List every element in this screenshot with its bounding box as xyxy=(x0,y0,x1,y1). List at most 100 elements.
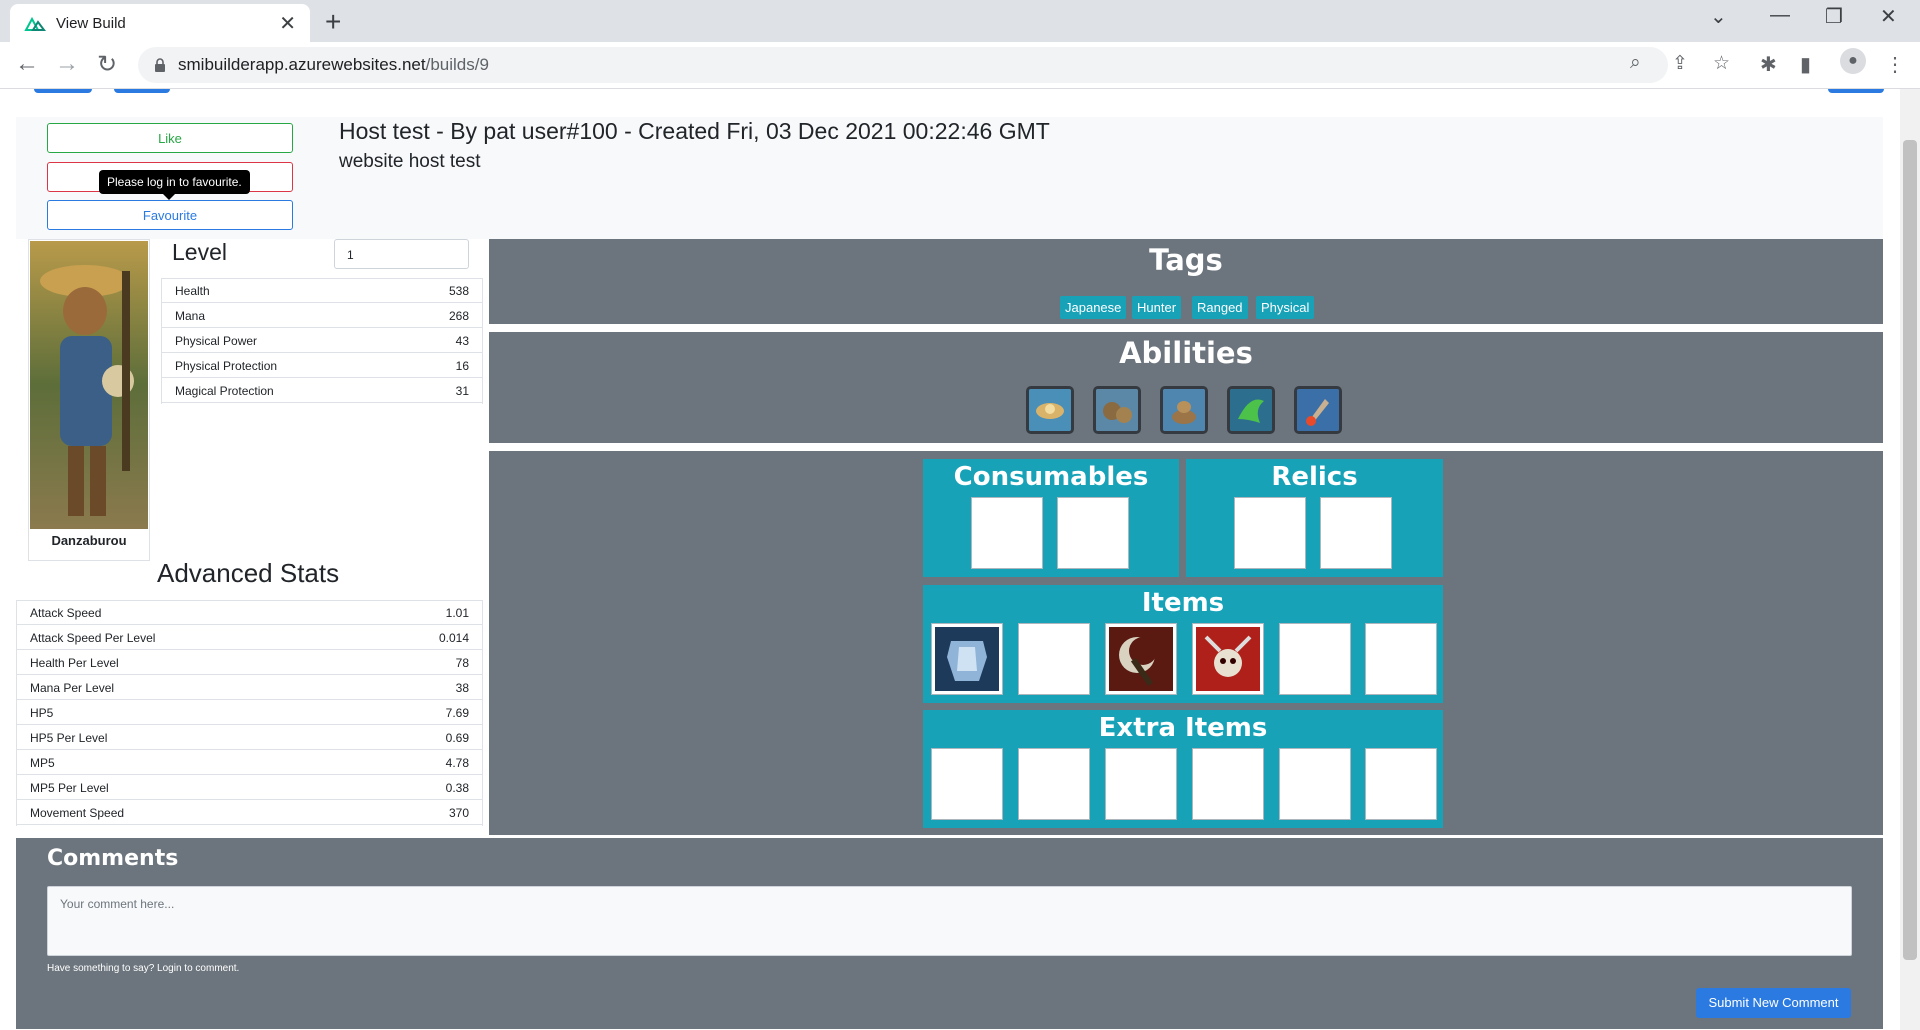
extra-items-box: Extra Items xyxy=(923,710,1443,828)
adv-stat-row: MP5 4.78 xyxy=(17,751,482,775)
forward-icon[interactable]: → xyxy=(52,50,82,78)
close-tab-icon[interactable]: ✕ xyxy=(279,11,296,36)
tab-title: View Build xyxy=(56,14,126,32)
url-path: /builds/9 xyxy=(425,55,489,74)
zoom-icon[interactable]: ⌕ xyxy=(1630,52,1641,74)
adv-stat-row: Attack Speed Per Level 0.014 xyxy=(17,626,482,650)
spiked-skull-item-icon xyxy=(1196,627,1260,691)
items-box: Items xyxy=(923,585,1443,703)
new-tab-icon[interactable]: + xyxy=(325,6,341,38)
browser-tab[interactable]: View Build ✕ xyxy=(10,4,310,42)
item-slot[interactable] xyxy=(931,623,1003,695)
comment-help-text: Have something to say? Login to comment. xyxy=(47,963,240,974)
build-title: Host test - By pat user#100 - Created Fr… xyxy=(339,118,1050,144)
ability-1-icon[interactable] xyxy=(1093,386,1141,434)
nuxt-logo-icon xyxy=(24,16,46,31)
stat-row-health: Health 538 xyxy=(162,279,482,303)
items-title: Items xyxy=(1141,588,1225,618)
level-input[interactable]: 1 xyxy=(334,239,469,269)
abilities-title: Abilities xyxy=(1119,336,1253,370)
god-portrait xyxy=(30,241,148,529)
adv-stat-row: HP5 Per Level 0.69 xyxy=(17,726,482,750)
relic-slot[interactable] xyxy=(1320,497,1392,569)
adv-stat-row: Attack Speed 1.01 xyxy=(17,601,482,625)
build-description: website host test xyxy=(339,151,481,172)
consumables-box: Consumables xyxy=(923,459,1179,577)
reload-icon[interactable]: ↻ xyxy=(92,50,122,79)
extra-item-slot[interactable] xyxy=(1279,748,1351,820)
comments-title: Comments xyxy=(47,846,179,871)
consumables-title: Consumables xyxy=(953,462,1149,492)
extra-item-slot[interactable] xyxy=(1365,748,1437,820)
extra-item-slot[interactable] xyxy=(1192,748,1264,820)
ability-2-icon[interactable] xyxy=(1160,386,1208,434)
browser-toolbar: ← → ↻ smibuilderapp.azurewebsites.net/bu… xyxy=(0,42,1920,89)
restore-icon[interactable]: ❐ xyxy=(1825,4,1843,29)
tags-panel: Tags xyxy=(489,239,1883,324)
ultimate-ability-icon[interactable] xyxy=(1294,386,1342,434)
scrollbar-thumb[interactable] xyxy=(1903,140,1917,960)
stat-row-magical-protection: Magical Protection 31 xyxy=(162,379,482,403)
stat-row-physical-protection: Physical Protection 16 xyxy=(162,354,482,378)
menu-kebab-icon[interactable]: ⋮ xyxy=(1885,52,1905,77)
ability-3-icon[interactable] xyxy=(1227,386,1275,434)
adv-stat-row: MP5 Per Level 0.38 xyxy=(17,776,482,800)
advanced-stats-list: Attack Speed 1.01 Attack Speed Per Level 0… xyxy=(16,600,483,826)
browser-tab-bar: View Build ✕ + ⌄ — ❐ ✕ xyxy=(0,0,1920,42)
tag-badge: Hunter xyxy=(1132,296,1182,319)
god-card: Danzaburou xyxy=(28,239,150,561)
relics-title: Relics xyxy=(1271,462,1358,492)
adv-stat-row: Health Per Level 78 xyxy=(17,651,482,675)
extra-item-slot[interactable] xyxy=(1018,748,1090,820)
profile-avatar-icon[interactable]: ● xyxy=(1840,48,1866,74)
item-slot[interactable] xyxy=(1365,623,1437,695)
stat-row-physical-power: Physical Power 43 xyxy=(162,329,482,353)
item-slot[interactable] xyxy=(1018,623,1090,695)
level-label: Level xyxy=(172,239,227,265)
god-name: Danzaburou xyxy=(51,533,127,548)
item-slot[interactable] xyxy=(1192,623,1264,695)
base-stats-list: Health 538 Mana 268 Physical Power 43 Physi… xyxy=(161,278,483,404)
relic-slot[interactable] xyxy=(1234,497,1306,569)
address-bar[interactable]: smibuilderapp.azurewebsites.net/builds/9 xyxy=(138,47,1668,83)
adv-stat-row: HP5 7.69 xyxy=(17,701,482,725)
lock-icon xyxy=(155,58,165,72)
side-panel-icon[interactable]: ▮ xyxy=(1800,52,1811,77)
consumable-slot[interactable] xyxy=(971,497,1043,569)
back-icon[interactable]: ← xyxy=(12,50,42,78)
item-slot[interactable] xyxy=(1105,623,1177,695)
nav-fragment xyxy=(34,89,92,93)
passive-ability-icon[interactable] xyxy=(1026,386,1074,434)
armor-item-icon xyxy=(935,627,999,691)
minimize-icon[interactable]: — xyxy=(1770,4,1790,27)
comment-textarea[interactable]: Your comment here... xyxy=(47,886,1852,956)
stat-row-mana: Mana 268 xyxy=(162,304,482,328)
url-host: smibuilderapp.azurewebsites.net xyxy=(178,55,426,74)
nav-fragment xyxy=(114,89,170,93)
relics-box: Relics xyxy=(1186,459,1443,577)
tag-badge: Physical xyxy=(1256,296,1315,319)
extensions-icon[interactable]: ✱ xyxy=(1760,52,1777,77)
favourite-tooltip: Please log in to favourite. xyxy=(99,170,250,200)
item-slot[interactable] xyxy=(1279,623,1351,695)
axe-item-icon xyxy=(1109,627,1173,691)
page-content: Like Favourite Please log in to favourit… xyxy=(0,89,1900,1030)
tag-badge: Ranged xyxy=(1192,296,1248,319)
tags-title: Tags xyxy=(1149,243,1223,277)
share-icon[interactable]: ⇪ xyxy=(1672,52,1688,75)
like-button[interactable]: Like xyxy=(47,123,293,153)
extra-item-slot[interactable] xyxy=(931,748,1003,820)
adv-stat-row: Movement Speed 370 xyxy=(17,801,482,825)
extra-items-title: Extra Items xyxy=(1098,713,1268,743)
tag-badge: Japanese xyxy=(1060,296,1127,319)
consumable-slot[interactable] xyxy=(1057,497,1129,569)
bookmark-star-icon[interactable]: ☆ xyxy=(1713,52,1730,75)
tab-search-icon[interactable]: ⌄ xyxy=(1710,4,1727,29)
advanced-stats-title: Advanced Stats xyxy=(157,558,340,588)
submit-comment-button[interactable]: Submit New Comment xyxy=(1696,988,1851,1018)
adv-stat-row: Mana Per Level 38 xyxy=(17,676,482,700)
extra-item-slot[interactable] xyxy=(1105,748,1177,820)
favourite-button[interactable]: Favourite xyxy=(47,200,293,230)
nav-fragment xyxy=(1828,89,1884,93)
close-window-icon[interactable]: ✕ xyxy=(1880,4,1897,29)
